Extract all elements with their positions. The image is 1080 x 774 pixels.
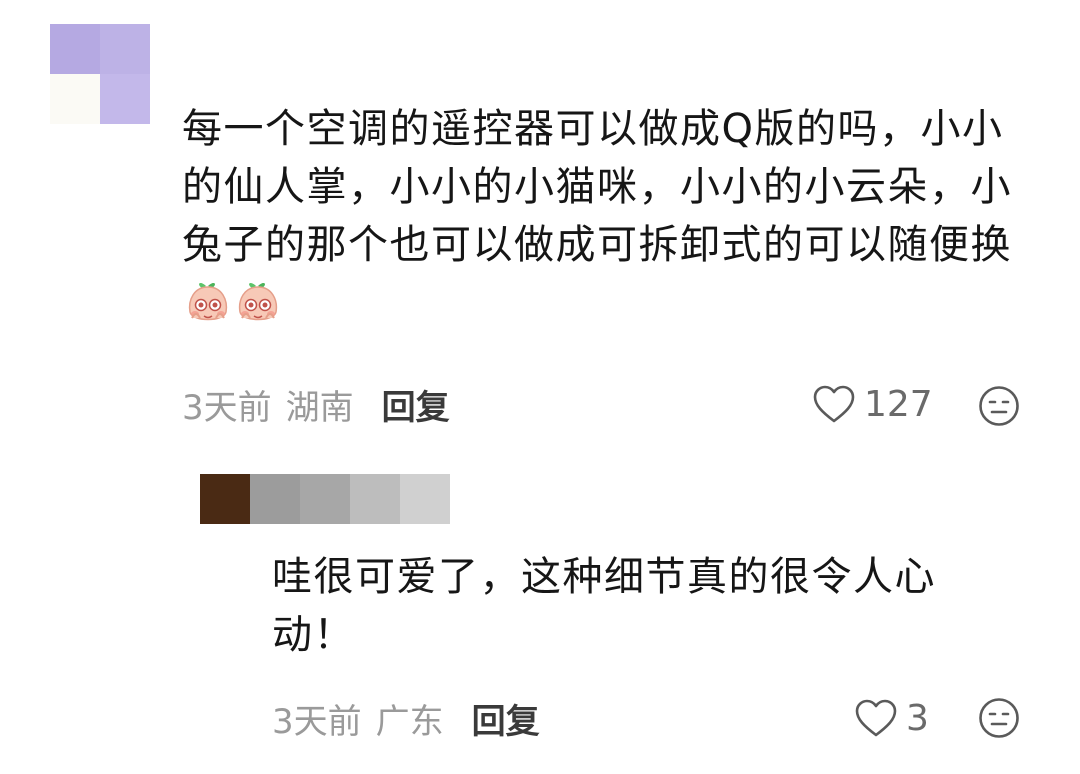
avatar-pixel	[250, 474, 300, 524]
heart-outline-icon	[813, 385, 855, 423]
avatar-pixel	[200, 474, 250, 524]
neutral-face-icon[interactable]	[978, 697, 1020, 739]
avatar-pixel	[100, 74, 150, 124]
like-count: 127	[864, 383, 933, 425]
avatar-pixel	[300, 474, 350, 524]
avatar-pixel	[50, 24, 100, 74]
avatar[interactable]	[50, 24, 150, 124]
avatar-pixel	[350, 474, 400, 524]
comment-meta: 3天前 广东 回复	[272, 694, 540, 743]
comment-time: 3天前	[182, 387, 272, 428]
blushing-peach-emoji	[234, 278, 282, 326]
avatar-pixel	[50, 74, 100, 124]
neutral-face-icon[interactable]	[978, 385, 1020, 427]
reply-button[interactable]: 回复	[472, 694, 540, 743]
comment-text: 每一个空调的遥控器可以做成Q版的吗，小小的仙人掌，小小的小猫咪，小小的小云朵，小…	[182, 106, 1012, 268]
comment-time: 3天前	[272, 701, 362, 742]
like-button[interactable]: 127	[812, 382, 933, 426]
avatar-pixel	[400, 474, 450, 524]
reply-button[interactable]: 回复	[382, 380, 450, 429]
comment-meta: 3天前 湖南 回复	[182, 380, 450, 429]
like-button[interactable]: 3	[854, 696, 929, 740]
comment-body: 每一个空调的遥控器可以做成Q版的吗，小小的仙人掌，小小的小猫咪，小小的小云朵，小…	[182, 100, 1032, 332]
blushing-peach-emoji	[184, 278, 232, 326]
comment-text: 哇很可爱了，这种细节真的很令人心动！	[272, 554, 936, 658]
heart-outline-icon	[855, 699, 897, 737]
comment-location: 湖南	[285, 387, 354, 428]
like-count: 3	[906, 697, 929, 739]
avatar-pixel	[100, 24, 150, 74]
avatar[interactable]	[200, 474, 450, 524]
comment-location: 广东	[375, 701, 444, 742]
